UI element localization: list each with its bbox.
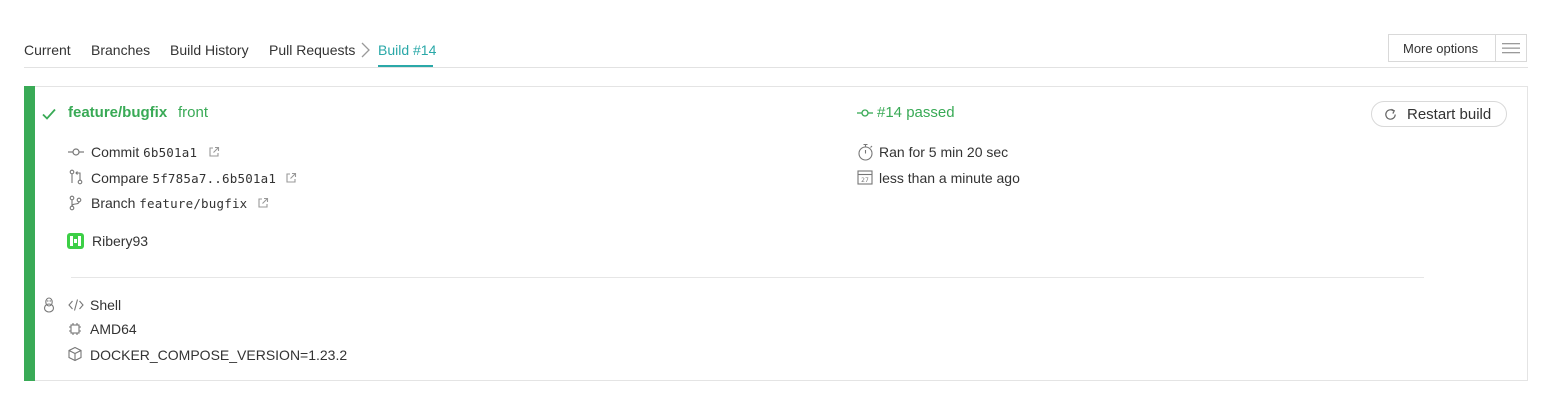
tab-pull-requests[interactable]: Pull Requests [269, 42, 355, 58]
calendar-icon: 27 [857, 170, 873, 185]
compare-range[interactable]: 5f785a7..6b501a1 [152, 171, 276, 186]
tabs-divider [24, 67, 1528, 68]
avatar [67, 233, 84, 249]
external-link-icon[interactable] [257, 197, 269, 209]
external-link-icon[interactable] [285, 172, 297, 184]
build-branch-title[interactable]: feature/bugfix [68, 104, 167, 121]
more-options-button[interactable]: More options [1388, 34, 1527, 62]
build-finished-time: less than a minute ago [879, 170, 1020, 186]
cpu-icon [69, 323, 81, 335]
more-options-label: More options [1403, 41, 1479, 56]
branch-icon [69, 195, 82, 211]
build-status-text: #14 passed [877, 104, 955, 121]
tab-current[interactable]: Current [24, 42, 71, 58]
tab-branches[interactable]: Branches [91, 42, 150, 58]
job-env-var: DOCKER_COMPOSE_VERSION=1.23.2 [90, 347, 348, 363]
commit-status-icon [857, 109, 873, 117]
section-divider [71, 277, 1424, 278]
linux-icon [43, 297, 55, 313]
branch-row: Branch feature/bugfix [91, 195, 247, 211]
restart-icon [1385, 108, 1396, 120]
compare-label: Compare [91, 170, 149, 186]
commit-label: Commit [91, 144, 140, 160]
external-link-icon[interactable] [208, 146, 220, 158]
build-tabs: Current Branches Build History Pull Requ… [0, 0, 1549, 70]
calendar-day: 27 [861, 177, 869, 184]
commit-icon [68, 148, 84, 156]
build-summary-card [24, 86, 1528, 381]
package-icon [68, 346, 82, 362]
tab-build-current[interactable]: Build #14 [378, 42, 436, 58]
commit-message: front [178, 104, 209, 121]
build-duration: Ran for 5 min 20 sec [879, 144, 1009, 160]
branch-name[interactable]: feature/bugfix [139, 196, 247, 211]
code-icon [68, 299, 84, 311]
restart-build-label: Restart build [1407, 106, 1492, 123]
hamburger-menu-icon[interactable] [1496, 35, 1526, 61]
restart-build-button[interactable]: Restart build [1371, 101, 1507, 127]
author-name[interactable]: Ribery93 [92, 233, 148, 249]
branch-label: Branch [91, 195, 136, 211]
compare-row: Compare 5f785a7..6b501a1 [91, 170, 276, 186]
check-icon [42, 108, 56, 120]
status-bar [24, 86, 35, 381]
chevron-right-icon [361, 42, 370, 58]
stopwatch-icon [858, 143, 873, 161]
job-language: Shell [90, 297, 122, 313]
tab-build-history[interactable]: Build History [170, 42, 249, 58]
job-arch: AMD64 [90, 321, 137, 337]
commit-row: Commit 6b501a1 [91, 144, 197, 160]
compare-icon [69, 169, 83, 185]
commit-sha[interactable]: 6b501a1 [143, 145, 197, 160]
